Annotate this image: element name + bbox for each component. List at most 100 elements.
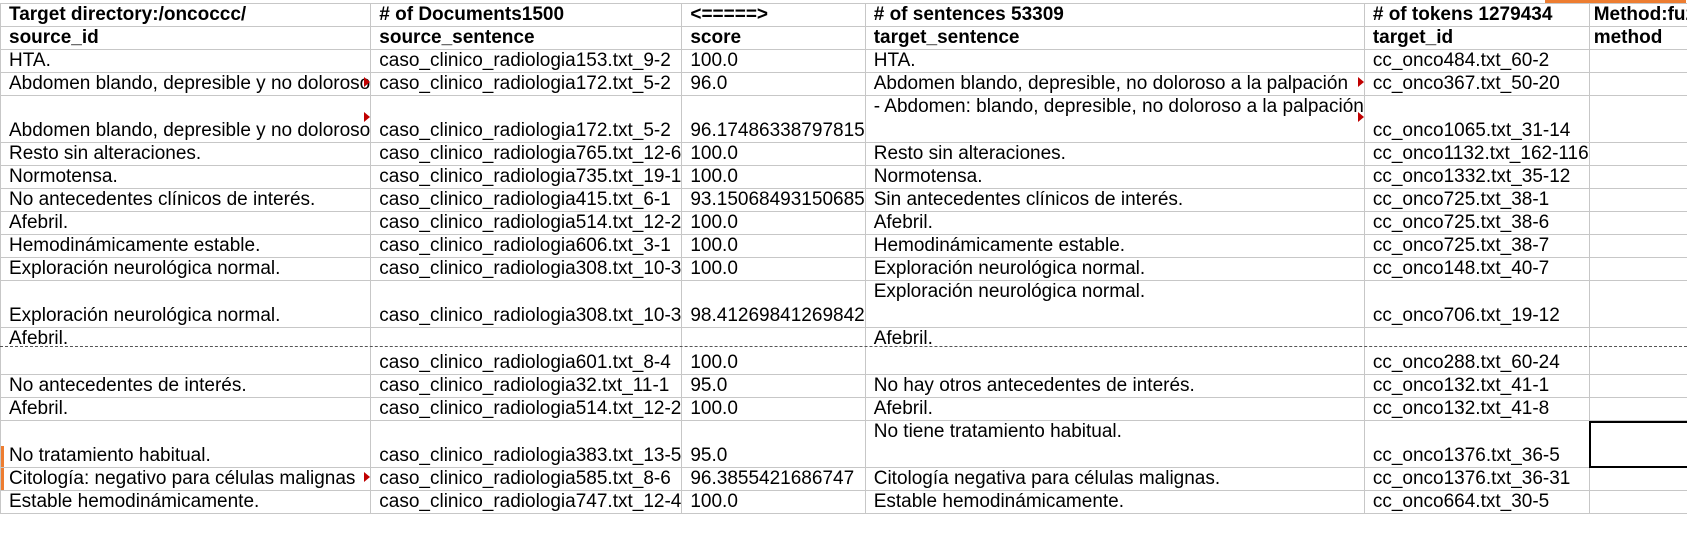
cell[interactable]: Exploración neurológica normal.	[0, 257, 372, 281]
cell[interactable]: 100.0	[681, 257, 866, 281]
cell[interactable]: caso_clinico_radiologia383.txt_13-5	[370, 420, 683, 468]
cell[interactable]: No hay otros antecedentes de interés.	[864, 374, 1365, 398]
cell[interactable]: caso_clinico_radiologia153.txt_9-2	[370, 49, 683, 73]
cell[interactable]: Exploración neurológica normal.	[864, 280, 1365, 328]
cell[interactable]: Normotensa.	[864, 165, 1365, 189]
cell[interactable]: caso_clinico_radiologia415.txt_6-1	[370, 188, 683, 212]
cell[interactable]: # of sentences 53309	[864, 3, 1365, 27]
cell[interactable]: cc_onco1065.txt_31-14	[1363, 95, 1590, 143]
cell[interactable]: caso_clinico_radiologia606.txt_3-1	[370, 234, 683, 258]
column-header[interactable]: target_id	[1363, 26, 1590, 50]
cell[interactable]	[1588, 467, 1687, 491]
cell[interactable]: # of tokens 1279434	[1363, 3, 1590, 27]
cell[interactable]: Abdomen blando, depresible y no doloroso	[0, 72, 372, 96]
cell[interactable]	[1588, 257, 1687, 281]
cell[interactable]: 100.0	[681, 211, 866, 235]
cell[interactable]: Method:fuzzy	[1588, 3, 1687, 27]
cell[interactable]: HTA.	[0, 49, 372, 73]
cell[interactable]: 98.41269841269842	[681, 280, 866, 328]
cell[interactable]: Afebril.	[864, 327, 1365, 375]
cell[interactable]: caso_clinico_radiologia308.txt_10-3	[370, 280, 683, 328]
cell[interactable]: 100.0	[681, 397, 866, 421]
cell[interactable]: caso_clinico_radiologia172.txt_5-2	[370, 72, 683, 96]
cell[interactable]: 95.0	[681, 374, 866, 398]
cell[interactable]: cc_onco725.txt_38-7	[1363, 234, 1590, 258]
cell[interactable]	[1588, 234, 1687, 258]
cell[interactable]: Abdomen blando, depresible y no doloroso	[0, 95, 372, 143]
cell[interactable]: cc_onco132.txt_41-8	[1363, 397, 1590, 421]
cell[interactable]: No antecedentes clínicos de interés.	[0, 188, 372, 212]
cell[interactable]: Normotensa.	[0, 165, 372, 189]
cell[interactable]: cc_onco1376.txt_36-5	[1363, 420, 1590, 468]
cell[interactable]	[1588, 49, 1687, 73]
cell[interactable]	[1588, 142, 1687, 166]
cell[interactable]: 100.0	[681, 234, 866, 258]
cell[interactable]: cc_onco725.txt_38-6	[1363, 211, 1590, 235]
cell[interactable]: Hemodinámicamente estable.	[0, 234, 372, 258]
cell[interactable]: 100.0	[681, 49, 866, 73]
cell[interactable]: No antecedentes de interés.	[0, 374, 372, 398]
cell[interactable]: - Abdomen: blando, depresible, no doloro…	[864, 95, 1365, 143]
cell[interactable]: caso_clinico_radiologia765.txt_12-6	[370, 142, 683, 166]
column-header[interactable]: source_id	[0, 26, 372, 50]
cell[interactable]	[1588, 374, 1687, 398]
cell[interactable]: Citología: negativo para células maligna…	[0, 467, 372, 491]
cell[interactable]: caso_clinico_radiologia308.txt_10-3	[370, 257, 683, 281]
cell[interactable]: 100.0	[681, 327, 866, 375]
cell[interactable]	[1588, 188, 1687, 212]
cell[interactable]: caso_clinico_radiologia601.txt_8-4	[370, 327, 683, 375]
cell[interactable]: caso_clinico_radiologia514.txt_12-2	[370, 211, 683, 235]
cell[interactable]: No tiene tratamiento habitual.	[864, 420, 1365, 468]
cell[interactable]: Afebril.	[0, 211, 372, 235]
cell[interactable]	[1588, 280, 1687, 328]
cell[interactable]: 96.17486338797815	[681, 95, 866, 143]
cell[interactable]: Citología negativa para células malignas…	[864, 467, 1365, 491]
cell[interactable]: Exploración neurológica normal.	[864, 257, 1365, 281]
selected-cell[interactable]	[1588, 420, 1687, 468]
cell[interactable]: Hemodinámicamente estable.	[864, 234, 1365, 258]
cell[interactable]: 96.0	[681, 72, 866, 96]
column-header[interactable]: method	[1588, 26, 1687, 50]
cell[interactable]: cc_onco1332.txt_35-12	[1363, 165, 1590, 189]
cell[interactable]: Afebril.	[0, 397, 372, 421]
cell[interactable]: 93.15068493150685	[681, 188, 866, 212]
cell[interactable]: caso_clinico_radiologia747.txt_12-4	[370, 490, 683, 514]
cell[interactable]: Afebril.	[864, 397, 1365, 421]
column-header[interactable]: source_sentence	[370, 26, 683, 50]
cell[interactable]: HTA.	[864, 49, 1365, 73]
cell[interactable]: Resto sin alteraciones.	[0, 142, 372, 166]
cell[interactable]: caso_clinico_radiologia585.txt_8-6	[370, 467, 683, 491]
cell[interactable]: cc_onco367.txt_50-20	[1363, 72, 1590, 96]
cell[interactable]	[1588, 490, 1687, 514]
cell[interactable]	[1588, 95, 1687, 143]
cell[interactable]: Sin antecedentes clínicos de interés.	[864, 188, 1365, 212]
cell[interactable]: 100.0	[681, 490, 866, 514]
cell[interactable]	[1588, 397, 1687, 421]
cell[interactable]: No tratamiento habitual.	[0, 420, 372, 468]
cell[interactable]: cc_onco725.txt_38-1	[1363, 188, 1590, 212]
cell[interactable]: Abdomen blando, depresible, no doloroso …	[864, 72, 1365, 96]
cell[interactable]: cc_onco148.txt_40-7	[1363, 257, 1590, 281]
cell[interactable]: 95.0	[681, 420, 866, 468]
cell[interactable]: cc_onco664.txt_30-5	[1363, 490, 1590, 514]
cell[interactable]: cc_onco1376.txt_36-31	[1363, 467, 1590, 491]
cell[interactable]	[1588, 327, 1687, 375]
column-header[interactable]: target_sentence	[864, 26, 1365, 50]
cell[interactable]: caso_clinico_radiologia514.txt_12-2	[370, 397, 683, 421]
cell[interactable]: caso_clinico_radiologia172.txt_5-2	[370, 95, 683, 143]
cell[interactable]: Estable hemodinámicamente.	[864, 490, 1365, 514]
cell[interactable]: 100.0	[681, 165, 866, 189]
cell[interactable]: cc_onco484.txt_60-2	[1363, 49, 1590, 73]
cell[interactable]	[1588, 72, 1687, 96]
cell[interactable]: # of Documents1500	[370, 3, 683, 27]
cell[interactable]: cc_onco706.txt_19-12	[1363, 280, 1590, 328]
cell[interactable]: Exploración neurológica normal.	[0, 280, 372, 328]
cell[interactable]: Target directory:/oncoccc/	[0, 3, 372, 27]
cell[interactable]: Estable hemodinámicamente.	[0, 490, 372, 514]
cell[interactable]: 100.0	[681, 142, 866, 166]
cell[interactable]	[1588, 165, 1687, 189]
cell[interactable]: Afebril.	[0, 327, 372, 375]
column-header[interactable]: score	[681, 26, 866, 50]
cell[interactable]: caso_clinico_radiologia735.txt_19-1	[370, 165, 683, 189]
cell[interactable]: Afebril.	[864, 211, 1365, 235]
